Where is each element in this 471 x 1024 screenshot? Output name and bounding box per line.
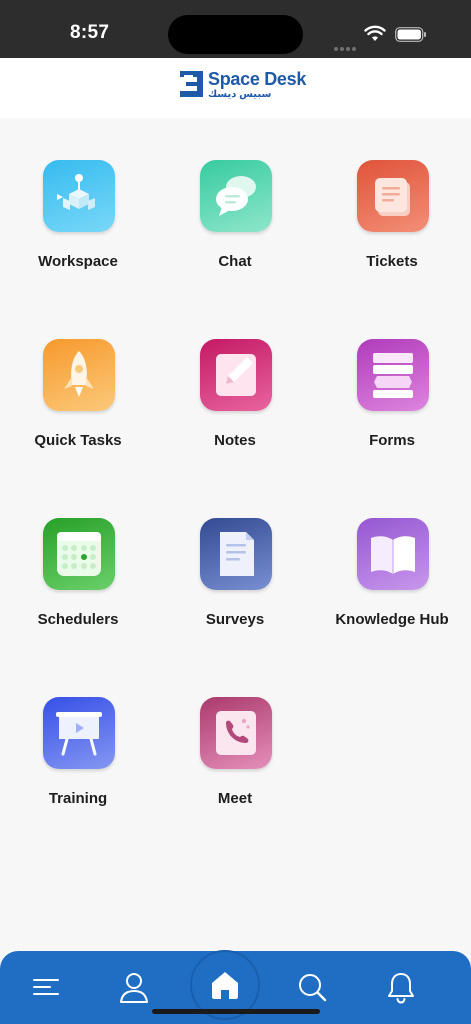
app-label: Quick Tasks xyxy=(34,432,122,449)
home-indicator xyxy=(152,1009,320,1014)
app-notes[interactable]: Notes xyxy=(157,339,313,479)
app-meet[interactable]: Meet xyxy=(157,697,313,837)
presentation-icon xyxy=(43,697,115,769)
wifi-icon xyxy=(364,25,386,41)
app-quick-tasks[interactable]: Quick Tasks xyxy=(0,339,156,479)
signal-icon xyxy=(334,38,358,56)
app-label: Knowledge Hub xyxy=(335,611,449,628)
nav-notifications-button[interactable] xyxy=(371,951,431,1024)
app-label: Chat xyxy=(218,253,252,270)
logo-mark-icon xyxy=(180,71,203,97)
app-training[interactable]: Training xyxy=(0,697,156,837)
user-icon xyxy=(120,973,148,1003)
chat-icon xyxy=(200,160,272,232)
app-label: Surveys xyxy=(205,611,265,628)
status-bar: 8:57 xyxy=(0,0,471,58)
status-time: 8:57 xyxy=(70,22,110,43)
dynamic-island xyxy=(168,15,303,54)
app-chat[interactable]: Chat xyxy=(157,160,313,300)
app-label: Training xyxy=(48,790,108,807)
tickets-icon xyxy=(357,160,429,232)
app-label: Meet xyxy=(217,790,253,807)
bell-icon xyxy=(388,973,414,1004)
logo-text: Space Desk xyxy=(208,69,307,89)
battery-icon xyxy=(395,27,426,42)
forms-icon xyxy=(357,339,429,411)
app-tickets[interactable]: Tickets xyxy=(314,160,470,300)
calendar-icon xyxy=(43,518,115,590)
surveys-icon xyxy=(200,518,272,590)
notes-icon xyxy=(200,339,272,411)
menu-icon xyxy=(33,979,59,995)
app-forms[interactable]: Forms xyxy=(314,339,470,479)
workspace-icon xyxy=(43,160,115,232)
app-surveys[interactable]: Surveys xyxy=(157,518,313,658)
app-knowledge-hub[interactable]: Knowledge Hub xyxy=(314,518,470,658)
logo-arabic-text: سبيس ديسك xyxy=(208,89,272,100)
space-desk-logo: Space Desk سبيس ديسك xyxy=(178,69,306,105)
search-icon xyxy=(299,974,327,1002)
app-schedulers[interactable]: Schedulers xyxy=(0,518,156,658)
app-label: Workspace xyxy=(38,253,118,270)
nav-menu-button[interactable] xyxy=(16,951,76,1024)
rocket-icon xyxy=(43,339,115,411)
app-label: Tickets xyxy=(366,253,418,270)
app-label: Notes xyxy=(214,432,256,449)
home-icon xyxy=(212,972,238,999)
app-header: Space Desk سبيس ديسك xyxy=(0,58,471,118)
app-label: Forms xyxy=(369,432,415,449)
book-icon xyxy=(357,518,429,590)
app-label: Schedulers xyxy=(37,611,119,628)
app-workspace[interactable]: Workspace xyxy=(0,160,156,300)
phone-icon xyxy=(200,697,272,769)
